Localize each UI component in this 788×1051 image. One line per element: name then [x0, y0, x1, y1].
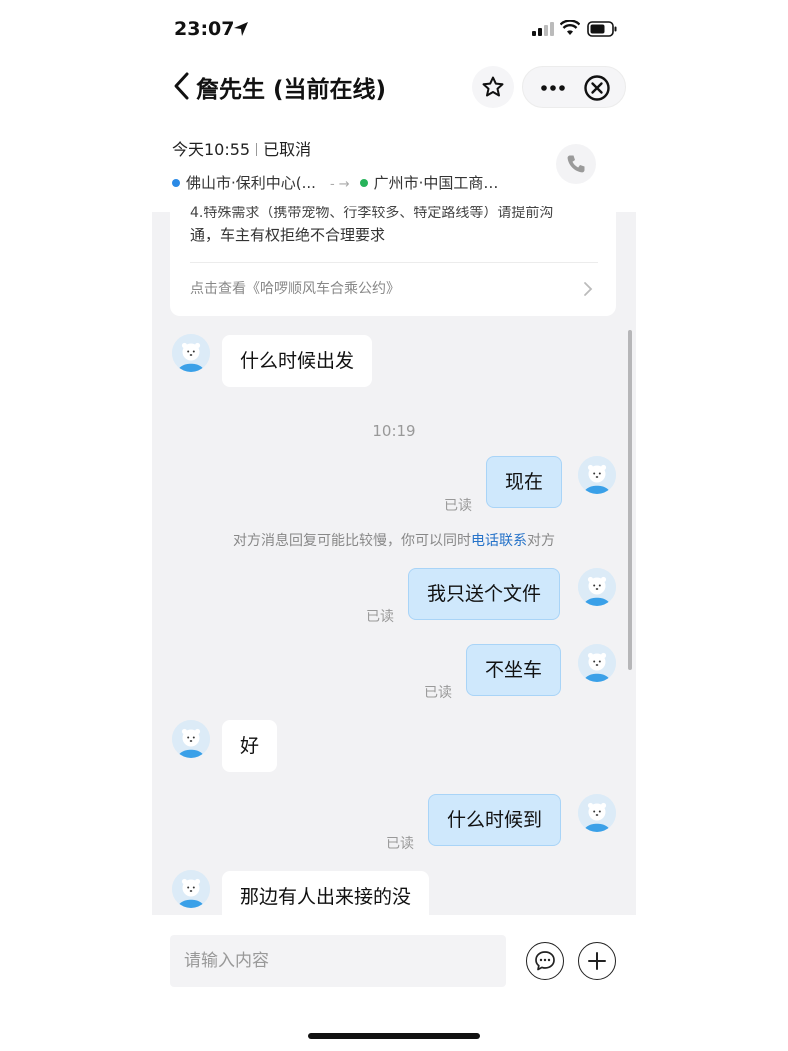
plus-icon: [588, 952, 606, 970]
back-chevron-icon[interactable]: [170, 70, 194, 102]
message-bubble[interactable]: 什么时候出发: [222, 335, 373, 387]
system-tip-text: 对方: [527, 533, 555, 549]
clock: 23:07: [174, 18, 235, 40]
route-arrow-icon: - →: [329, 177, 350, 192]
chat-area[interactable]: 4.特殊需求（携带宠物、行李较多、特定路线等）请提前沟 通，车主有权拒绝不合理要…: [152, 206, 636, 923]
bear-avatar-icon: [578, 644, 616, 682]
message-bubble[interactable]: 我只送个文件: [408, 568, 561, 620]
avatar[interactable]: [172, 870, 210, 908]
route: 佛山市·保利中心(... - → 广州市·中国工商…: [172, 172, 498, 193]
phone-screen: 23:07 詹先生 (当前在线) 今天10:55 已取消 佛山市·保利中心(..…: [152, 0, 636, 1051]
chevron-right-icon[interactable]: [582, 280, 594, 298]
notice-text: 通，车主有权拒绝不合理要求: [190, 226, 386, 244]
message-bubble[interactable]: 什么时候到: [428, 794, 562, 846]
route-origin: 佛山市·保利中心(...: [186, 174, 316, 192]
avatar[interactable]: [578, 568, 616, 606]
call-button[interactable]: [556, 144, 596, 184]
system-tip-text: 对方消息回复可能比较慢，你可以同时: [233, 533, 471, 549]
message-bubble[interactable]: 不坐车: [466, 644, 562, 696]
location-arrow-icon: [234, 22, 248, 36]
message-bubble[interactable]: 好: [222, 720, 278, 772]
bear-avatar-icon: [578, 456, 616, 494]
more-icon[interactable]: [537, 75, 569, 101]
star-icon: [482, 76, 504, 97]
message-bubble[interactable]: 现在: [486, 456, 563, 508]
battery-icon: [587, 21, 617, 37]
bear-avatar-icon: [172, 720, 210, 758]
signal-icon: [532, 22, 554, 36]
read-status: 已读: [444, 498, 472, 514]
bear-avatar-icon: [578, 568, 616, 606]
add-button[interactable]: [578, 942, 616, 980]
avatar[interactable]: [172, 720, 210, 758]
page-title: 詹先生 (当前在线): [196, 77, 387, 103]
timestamp: 10:19: [372, 422, 416, 440]
scrollbar[interactable]: [628, 330, 632, 670]
call-link[interactable]: 电话联系: [471, 533, 527, 549]
input-bar: 请输入内容: [152, 915, 636, 1051]
nav-bar: 詹先生 (当前在线): [152, 60, 636, 116]
destination-dot-icon: [359, 179, 368, 187]
route-destination: 广州市·中国工商…: [373, 174, 499, 192]
avatar[interactable]: [578, 644, 616, 682]
read-status: 已读: [424, 685, 452, 701]
origin-dot-icon: [172, 179, 180, 187]
status-bar: 23:07: [152, 0, 636, 60]
favorite-button[interactable]: [472, 66, 514, 108]
notice-card: 4.特殊需求（携带宠物、行李较多、特定路线等）请提前沟 通，车主有权拒绝不合理要…: [170, 206, 616, 316]
home-indicator[interactable]: [308, 1033, 480, 1039]
chat-bubble-icon: [535, 951, 555, 971]
order-status-line: 今天10:55 已取消: [172, 136, 311, 160]
capsule-menu: [522, 66, 626, 108]
phone-icon: [567, 155, 585, 173]
avatar[interactable]: [578, 794, 616, 832]
close-circle-icon[interactable]: [583, 74, 611, 102]
divider: [190, 262, 598, 263]
read-status: 已读: [386, 836, 414, 852]
avatar[interactable]: [172, 334, 210, 372]
divider: [256, 143, 258, 156]
system-tip: 对方消息回复可能比较慢，你可以同时电话联系对方: [152, 530, 636, 550]
quick-reply-button[interactable]: [526, 942, 564, 980]
bear-avatar-icon: [578, 794, 616, 832]
rules-link[interactable]: 点击查看《哈啰顺风车合乘公约》: [190, 278, 400, 298]
bear-avatar-icon: [172, 334, 210, 372]
avatar[interactable]: [578, 456, 616, 494]
notice-cut-line: 4.特殊需求（携带宠物、行李较多、特定路线等）请提前沟: [190, 206, 554, 220]
order-time: 今天10:55: [172, 140, 251, 159]
order-info[interactable]: 今天10:55 已取消 佛山市·保利中心(... - → 广州市·中国工商…: [152, 120, 636, 212]
order-status: 已取消: [263, 140, 312, 159]
bear-avatar-icon: [172, 870, 210, 908]
message-input[interactable]: 请输入内容: [170, 935, 506, 987]
wifi-icon: [560, 20, 580, 35]
read-status: 已读: [366, 609, 394, 625]
